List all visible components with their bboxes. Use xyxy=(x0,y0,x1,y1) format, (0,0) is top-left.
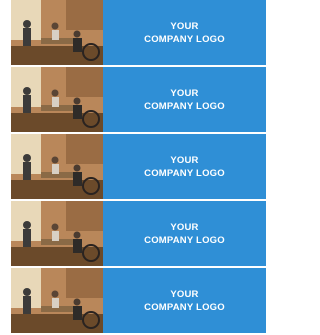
card-strip: YOUR COMPANY LOGO xyxy=(11,268,266,333)
company-logo-placeholder: YOUR COMPANY LOGO xyxy=(144,20,225,46)
logo-line-1: YOUR xyxy=(170,87,199,99)
logo-line-2: COMPANY LOGO xyxy=(144,234,225,246)
card-strip: YOUR COMPANY LOGO xyxy=(11,0,266,65)
logo-line-2: COMPANY LOGO xyxy=(144,33,225,45)
company-logo-placeholder: YOUR COMPANY LOGO xyxy=(144,288,225,314)
logo-line-1: YOUR xyxy=(170,221,199,233)
logo-panel: YOUR COMPANY LOGO xyxy=(103,67,266,132)
company-logo-placeholder: YOUR COMPANY LOGO xyxy=(144,87,225,113)
logo-line-1: YOUR xyxy=(170,154,199,166)
card-strip: YOUR COMPANY LOGO xyxy=(11,67,266,132)
strip-divider xyxy=(103,267,266,268)
logo-panel: YOUR COMPANY LOGO xyxy=(103,134,266,199)
logo-panel: YOUR COMPANY LOGO xyxy=(103,268,266,333)
logo-line-1: YOUR xyxy=(170,20,199,32)
logo-line-2: COMPANY LOGO xyxy=(144,100,225,112)
card-strip: YOUR COMPANY LOGO xyxy=(11,201,266,266)
office-meeting-photo xyxy=(11,67,103,132)
logo-panel: YOUR COMPANY LOGO xyxy=(103,201,266,266)
logo-line-2: COMPANY LOGO xyxy=(144,301,225,313)
logo-line-1: YOUR xyxy=(170,288,199,300)
logo-panel: YOUR COMPANY LOGO xyxy=(103,0,266,65)
office-meeting-photo xyxy=(11,134,103,199)
office-meeting-photo xyxy=(11,201,103,266)
strip-divider xyxy=(103,133,266,134)
logo-line-2: COMPANY LOGO xyxy=(144,167,225,179)
company-logo-placeholder: YOUR COMPANY LOGO xyxy=(144,221,225,247)
business-card-sheet: YOUR COMPANY LOGO YOUR COMPANY LOGO YOUR… xyxy=(11,0,266,335)
strip-divider xyxy=(103,66,266,67)
office-meeting-photo xyxy=(11,0,103,65)
strip-divider xyxy=(103,200,266,201)
office-meeting-photo xyxy=(11,268,103,333)
company-logo-placeholder: YOUR COMPANY LOGO xyxy=(144,154,225,180)
card-strip: YOUR COMPANY LOGO xyxy=(11,134,266,199)
